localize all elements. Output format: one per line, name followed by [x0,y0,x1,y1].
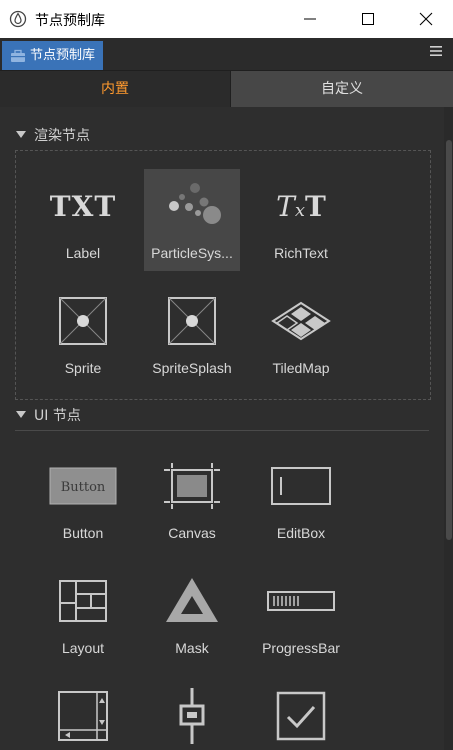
scrollbar-thumb[interactable] [446,140,452,540]
app-drop-icon [9,10,27,28]
node-richtext-text: RichText [274,245,328,261]
minimize-button[interactable] [281,0,339,38]
node-slider[interactable] [144,679,240,750]
section-header-ui[interactable]: UI 节点 [16,405,81,427]
node-sprite[interactable]: Sprite [35,284,131,386]
window-titlebar: 节点预制库 [0,0,453,38]
node-richtext[interactable]: TxT RichText [253,169,349,271]
node-mask-text: Mask [175,640,209,656]
node-canvas[interactable]: Canvas [144,449,240,551]
button-icon: Button [35,463,131,509]
node-editbox-text: EditBox [276,525,326,541]
node-layout-text: Layout [61,640,105,656]
node-sprite-splash[interactable]: SpriteSplash [144,284,240,386]
node-sprite-text: Sprite [64,360,102,376]
layout-icon [35,578,131,624]
node-scrollview[interactable] [35,679,131,750]
maximize-button[interactable] [339,0,397,38]
node-label[interactable]: TXT Label [35,169,131,271]
hamburger-icon[interactable] [430,46,442,56]
toolbox-icon [11,49,25,62]
node-particle-system-text: ParticleSys... [151,245,233,261]
panel-header: 节点预制库 [0,38,453,71]
canvas-icon [144,463,240,509]
node-button[interactable]: Button Button [35,449,131,551]
section-divider [15,430,429,431]
node-canvas-text: Canvas [168,525,216,541]
node-mask[interactable]: Mask [144,564,240,666]
mask-icon [144,578,240,624]
node-layout[interactable]: Layout [35,564,131,666]
tiledmap-icon [253,298,349,344]
node-particle-system[interactable]: ParticleSys... [144,169,240,271]
close-icon [419,12,433,26]
slider-icon [144,688,240,744]
sprite-splash-icon [144,297,240,345]
node-library-content: 渲染节点 TXT Label ParticleSys... TxT RichTe… [0,107,444,750]
node-sprite-splash-text: SpriteSplash [152,360,232,376]
node-progressbar-text: ProgressBar [262,640,340,656]
tab-builtin[interactable]: 内置 [0,71,231,107]
window-title: 节点预制库 [35,13,105,29]
progressbar-icon [253,578,349,624]
section-header-render[interactable]: 渲染节点 [16,125,90,147]
tab-custom[interactable]: 自定义 [231,71,453,107]
library-tabs: 内置 自定义 [0,71,453,107]
label-txt-icon: TXT [49,189,117,223]
node-tiledmap[interactable]: TiledMap [253,284,349,386]
node-button-text: Button [62,525,104,541]
minimize-icon [304,18,316,20]
node-toggle[interactable] [253,679,349,750]
section-title-render: 渲染节点 [34,128,90,144]
panel-tab-label: 节点预制库 [30,48,96,63]
node-tiledmap-text: TiledMap [272,360,330,376]
editbox-icon [253,463,349,509]
node-label-text: Label [65,245,101,261]
richtext-icon: TxT [276,189,326,223]
sprite-icon [35,297,131,345]
maximize-icon [362,13,374,25]
caret-down-icon [16,410,26,418]
particle-system-icon [144,183,240,229]
panel-tab[interactable]: 节点预制库 [2,41,104,70]
scrollview-icon [35,691,131,741]
vertical-scrollbar[interactable] [444,107,453,750]
toggle-icon [253,691,349,741]
close-button[interactable] [397,0,453,38]
node-editbox[interactable]: EditBox [253,449,349,551]
section-title-ui: UI 节点 [34,408,81,424]
button-icon-text: Button [61,480,106,495]
caret-down-icon [16,130,26,138]
node-progressbar[interactable]: ProgressBar [253,564,349,666]
